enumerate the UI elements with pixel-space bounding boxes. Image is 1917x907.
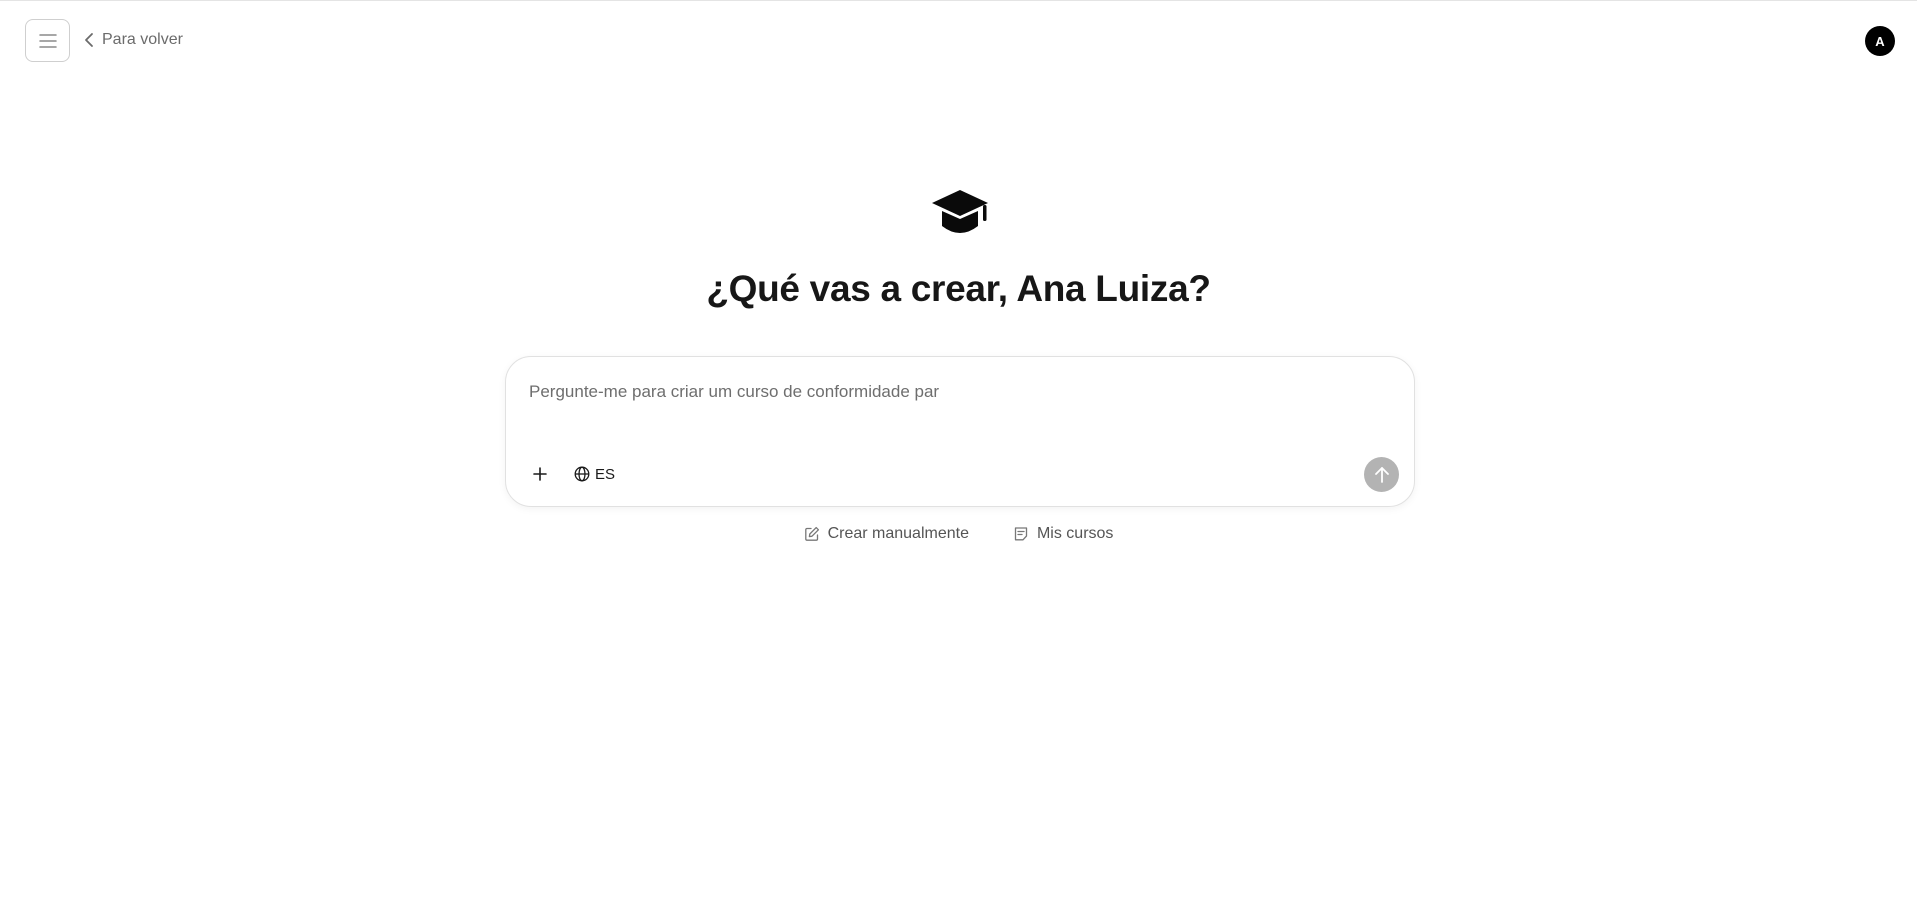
graduation-cap-icon	[932, 190, 988, 233]
notes-icon	[1014, 527, 1028, 541]
language-label: ES	[595, 465, 616, 483]
user-avatar[interactable]: A	[1865, 26, 1895, 56]
page-title: ¿Qué vas a crear, Ana Luiza?	[706, 268, 1211, 309]
avatar-initial: A	[1875, 33, 1885, 49]
globe-icon	[574, 466, 590, 482]
arrow-up-icon	[1374, 466, 1389, 483]
add-attachment-button[interactable]	[528, 462, 552, 486]
my-courses-label: Mis cursos	[1036, 525, 1114, 542]
plus-icon	[533, 467, 547, 481]
create-manually-link[interactable]: Crear manualmente	[804, 525, 969, 543]
prompt-composer: ES	[505, 356, 1415, 507]
quick-links: Crear manualmente Mis cursos	[0, 525, 1917, 543]
sidebar-toggle-button[interactable]	[25, 19, 70, 62]
back-link[interactable]: Para volver	[84, 28, 183, 52]
top-border	[0, 0, 1917, 1]
edit-icon	[804, 526, 819, 541]
language-selector[interactable]: ES	[574, 462, 615, 486]
send-button[interactable]	[1364, 457, 1399, 492]
back-link-label: Para volver	[102, 31, 183, 48]
hamburger-menu-icon	[38, 33, 57, 48]
create-manually-label: Crear manualmente	[827, 525, 969, 542]
prompt-input[interactable]	[529, 379, 1369, 405]
chevron-left-icon	[85, 33, 93, 47]
my-courses-link[interactable]: Mis cursos	[1013, 525, 1113, 543]
